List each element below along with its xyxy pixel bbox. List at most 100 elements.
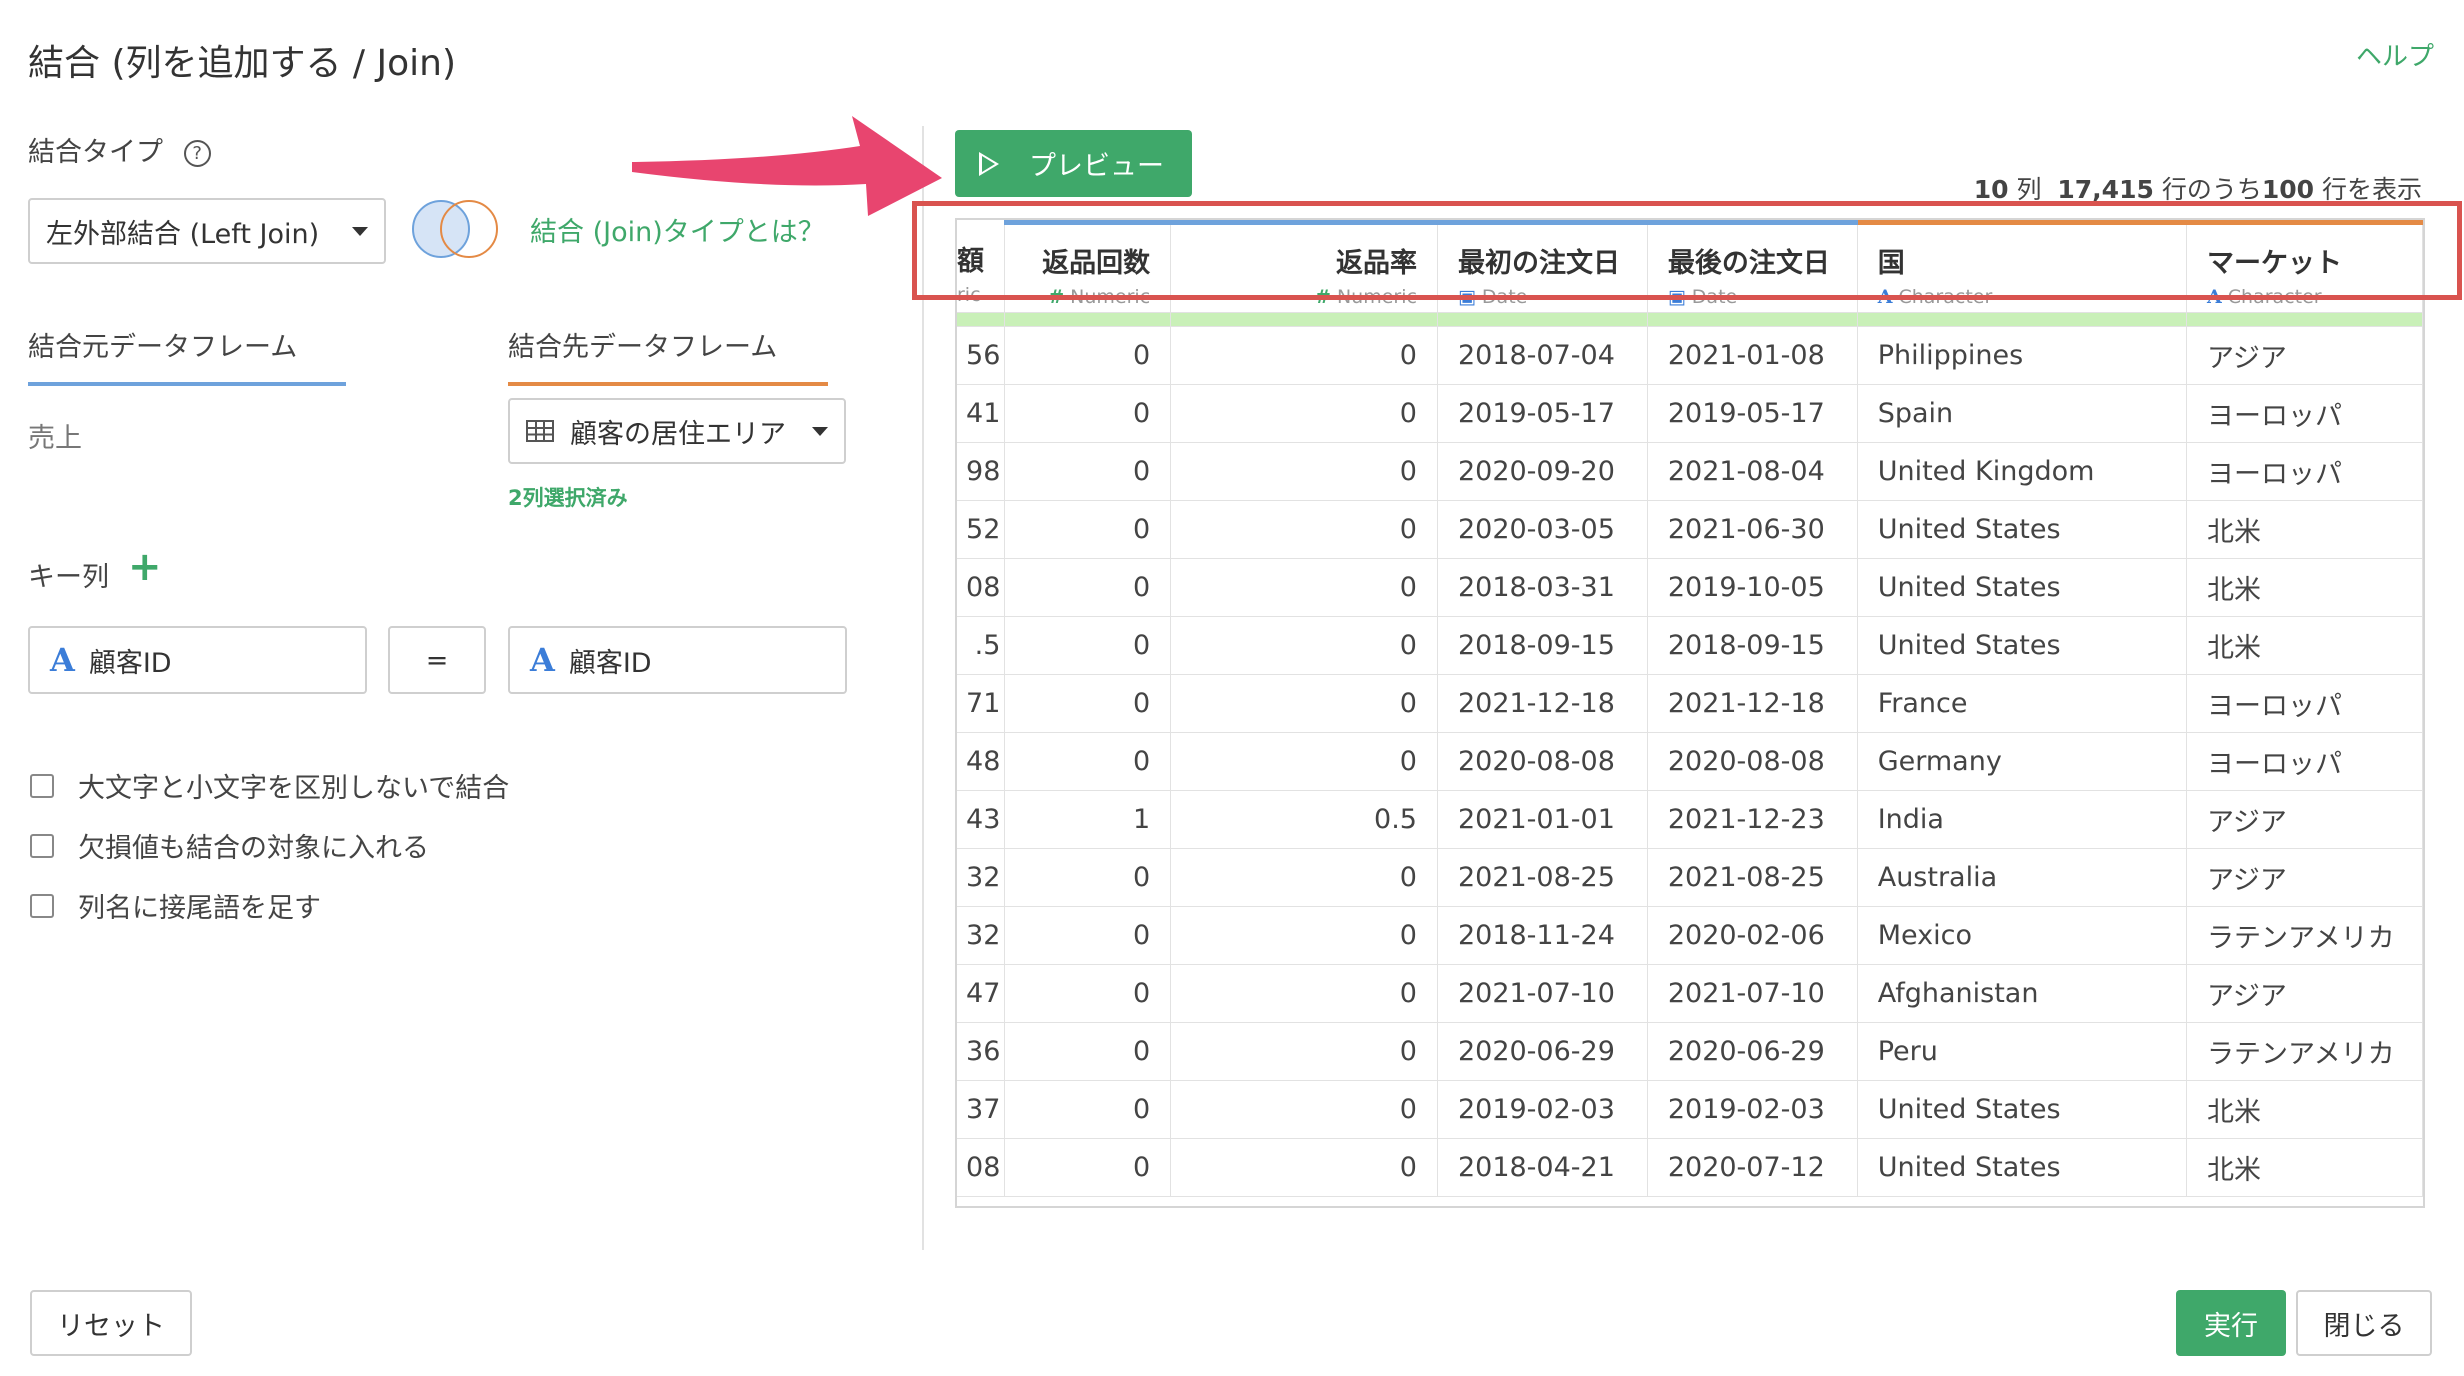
- table-cell[interactable]: .5: [957, 616, 1006, 675]
- preview-button[interactable]: プレビュー: [955, 130, 1192, 197]
- table-row[interactable]: 52 0 0 2020-03-05 2021-06-30 United States 北米: [957, 500, 2423, 559]
- table-row[interactable]: 08 0 0 2018-04-21 2020-07-12 United States 北米: [957, 1138, 2423, 1197]
- table-cell[interactable]: 2020-09-20: [1437, 442, 1648, 501]
- table-cell[interactable]: 0: [1170, 732, 1438, 791]
- table-cell[interactable]: United States: [1857, 1138, 2188, 1197]
- tab-target-dataframe[interactable]: 結合先データフレーム: [508, 325, 828, 386]
- table-cell[interactable]: United States: [1857, 558, 2188, 617]
- table-cell[interactable]: 0: [1004, 384, 1172, 443]
- table-cell[interactable]: 32: [957, 848, 1006, 907]
- table-row[interactable]: 41 0 0 2019-05-17 2019-05-17 Spain ヨーロッパ: [957, 384, 2423, 443]
- table-row[interactable]: .5 0 0 2018-09-15 2018-09-15 United States 北米: [957, 616, 2423, 675]
- table-cell[interactable]: 2021-08-04: [1647, 442, 1858, 501]
- plus-icon[interactable]: +: [128, 544, 162, 590]
- table-row[interactable]: 98 0 0 2020-09-20 2021-08-04 United Kingdom ヨー…: [957, 442, 2423, 501]
- table-row[interactable]: 32 0 0 2018-11-24 2020-02-06 Mexico ラテンアメリカ: [957, 906, 2423, 965]
- table-cell[interactable]: 0: [1170, 558, 1438, 617]
- table-cell[interactable]: アジア: [2186, 848, 2423, 907]
- table-cell[interactable]: 北米: [2186, 500, 2423, 559]
- table-cell[interactable]: United States: [1857, 500, 2188, 559]
- table-cell[interactable]: Philippines: [1857, 326, 2188, 385]
- table-row[interactable]: 43 1 0.5 2021-01-01 2021-12-23 India アジア: [957, 790, 2423, 849]
- table-cell[interactable]: 2019-02-03: [1437, 1080, 1648, 1139]
- table-cell[interactable]: 41: [957, 384, 1006, 443]
- table-cell[interactable]: 0: [1170, 1138, 1438, 1197]
- table-row[interactable]: 37 0 0 2019-02-03 2019-02-03 United States 北米: [957, 1080, 2423, 1139]
- table-cell[interactable]: 2019-05-17: [1647, 384, 1858, 443]
- table-cell[interactable]: France: [1857, 674, 2188, 733]
- table-cell[interactable]: Peru: [1857, 1022, 2188, 1081]
- table-cell[interactable]: 2018-04-21: [1437, 1138, 1648, 1197]
- table-cell[interactable]: ヨーロッパ: [2186, 384, 2423, 443]
- table-cell[interactable]: 2020-06-29: [1437, 1022, 1648, 1081]
- table-cell[interactable]: ラテンアメリカ: [2186, 1022, 2423, 1081]
- right-key-field[interactable]: A 顧客ID: [508, 626, 847, 694]
- table-row[interactable]: 32 0 0 2021-08-25 2021-08-25 Australia アジア: [957, 848, 2423, 907]
- table-cell[interactable]: 0: [1004, 732, 1172, 791]
- checkbox[interactable]: [30, 773, 54, 798]
- table-cell[interactable]: 0: [1004, 1138, 1172, 1197]
- help-link[interactable]: ヘルプ: [2356, 36, 2434, 73]
- table-cell[interactable]: 2019-02-03: [1647, 1080, 1858, 1139]
- table-cell[interactable]: 0: [1170, 906, 1438, 965]
- join-operator[interactable]: =: [388, 626, 486, 694]
- table-cell[interactable]: ヨーロッパ: [2186, 732, 2423, 791]
- checkbox[interactable]: [30, 893, 54, 918]
- table-cell[interactable]: 08: [957, 558, 1006, 617]
- table-cell[interactable]: United States: [1857, 1080, 2188, 1139]
- table-cell[interactable]: 2018-09-15: [1437, 616, 1648, 675]
- table-cell[interactable]: 2018-09-15: [1647, 616, 1858, 675]
- table-row[interactable]: 08 0 0 2018-03-31 2019-10-05 United States 北米: [957, 558, 2423, 617]
- table-cell[interactable]: 37: [957, 1080, 1006, 1139]
- checkbox[interactable]: [30, 833, 54, 858]
- table-cell[interactable]: 0: [1170, 384, 1438, 443]
- table-cell[interactable]: 2021-12-18: [1437, 674, 1648, 733]
- table-cell[interactable]: 0: [1004, 1080, 1172, 1139]
- table-cell[interactable]: 北米: [2186, 1138, 2423, 1197]
- table-cell[interactable]: 2018-11-24: [1437, 906, 1648, 965]
- table-cell[interactable]: 2021-06-30: [1647, 500, 1858, 559]
- table-cell[interactable]: 0: [1004, 558, 1172, 617]
- table-cell[interactable]: 2020-08-08: [1647, 732, 1858, 791]
- table-cell[interactable]: 0: [1004, 616, 1172, 675]
- question-circle-icon[interactable]: ?: [183, 140, 211, 167]
- table-cell[interactable]: Germany: [1857, 732, 2188, 791]
- table-cell[interactable]: 08: [957, 1138, 1006, 1197]
- table-cell[interactable]: India: [1857, 790, 2188, 849]
- table-cell[interactable]: 0: [1170, 500, 1438, 559]
- table-cell[interactable]: 0: [1170, 848, 1438, 907]
- table-cell[interactable]: 1: [1004, 790, 1172, 849]
- table-cell[interactable]: 2019-10-05: [1647, 558, 1858, 617]
- table-cell[interactable]: 2018-03-31: [1437, 558, 1648, 617]
- table-cell[interactable]: 0: [1170, 326, 1438, 385]
- table-cell[interactable]: United Kingdom: [1857, 442, 2188, 501]
- table-cell[interactable]: Afghanistan: [1857, 964, 2188, 1023]
- run-button[interactable]: 実行: [2176, 1290, 2286, 1356]
- table-cell[interactable]: 47: [957, 964, 1006, 1023]
- table-cell[interactable]: United States: [1857, 616, 2188, 675]
- left-key-field[interactable]: A 顧客ID: [28, 626, 367, 694]
- table-row[interactable]: 36 0 0 2020-06-29 2020-06-29 Peru ラテンアメリカ: [957, 1022, 2423, 1081]
- join-type-select[interactable]: 左外部結合 (Left Join): [28, 198, 386, 264]
- table-row[interactable]: 48 0 0 2020-08-08 2020-08-08 Germany ヨーロッパ: [957, 732, 2423, 791]
- table-cell[interactable]: 0: [1170, 616, 1438, 675]
- table-cell[interactable]: 2020-02-06: [1647, 906, 1858, 965]
- table-cell[interactable]: 0: [1004, 1022, 1172, 1081]
- table-cell[interactable]: 2021-08-25: [1647, 848, 1858, 907]
- table-cell[interactable]: 98: [957, 442, 1006, 501]
- table-cell[interactable]: 0: [1170, 964, 1438, 1023]
- table-cell[interactable]: 32: [957, 906, 1006, 965]
- table-cell[interactable]: アジア: [2186, 964, 2423, 1023]
- table-cell[interactable]: 36: [957, 1022, 1006, 1081]
- table-row[interactable]: 71 0 0 2021-12-18 2021-12-18 France ヨーロッパ: [957, 674, 2423, 733]
- option-add-suffix[interactable]: 列名に接尾語を足す: [30, 886, 321, 925]
- table-row[interactable]: 47 0 0 2021-07-10 2021-07-10 Afghanistan アジア: [957, 964, 2423, 1023]
- table-cell[interactable]: 2021-07-10: [1437, 964, 1648, 1023]
- table-cell[interactable]: ラテンアメリカ: [2186, 906, 2423, 965]
- option-include-missing[interactable]: 欠損値も結合の対象に入れる: [30, 826, 429, 865]
- table-cell[interactable]: 2020-06-29: [1647, 1022, 1858, 1081]
- table-cell[interactable]: 2020-07-12: [1647, 1138, 1858, 1197]
- table-cell[interactable]: 2018-07-04: [1437, 326, 1648, 385]
- table-cell[interactable]: ヨーロッパ: [2186, 442, 2423, 501]
- table-cell[interactable]: 0: [1004, 326, 1172, 385]
